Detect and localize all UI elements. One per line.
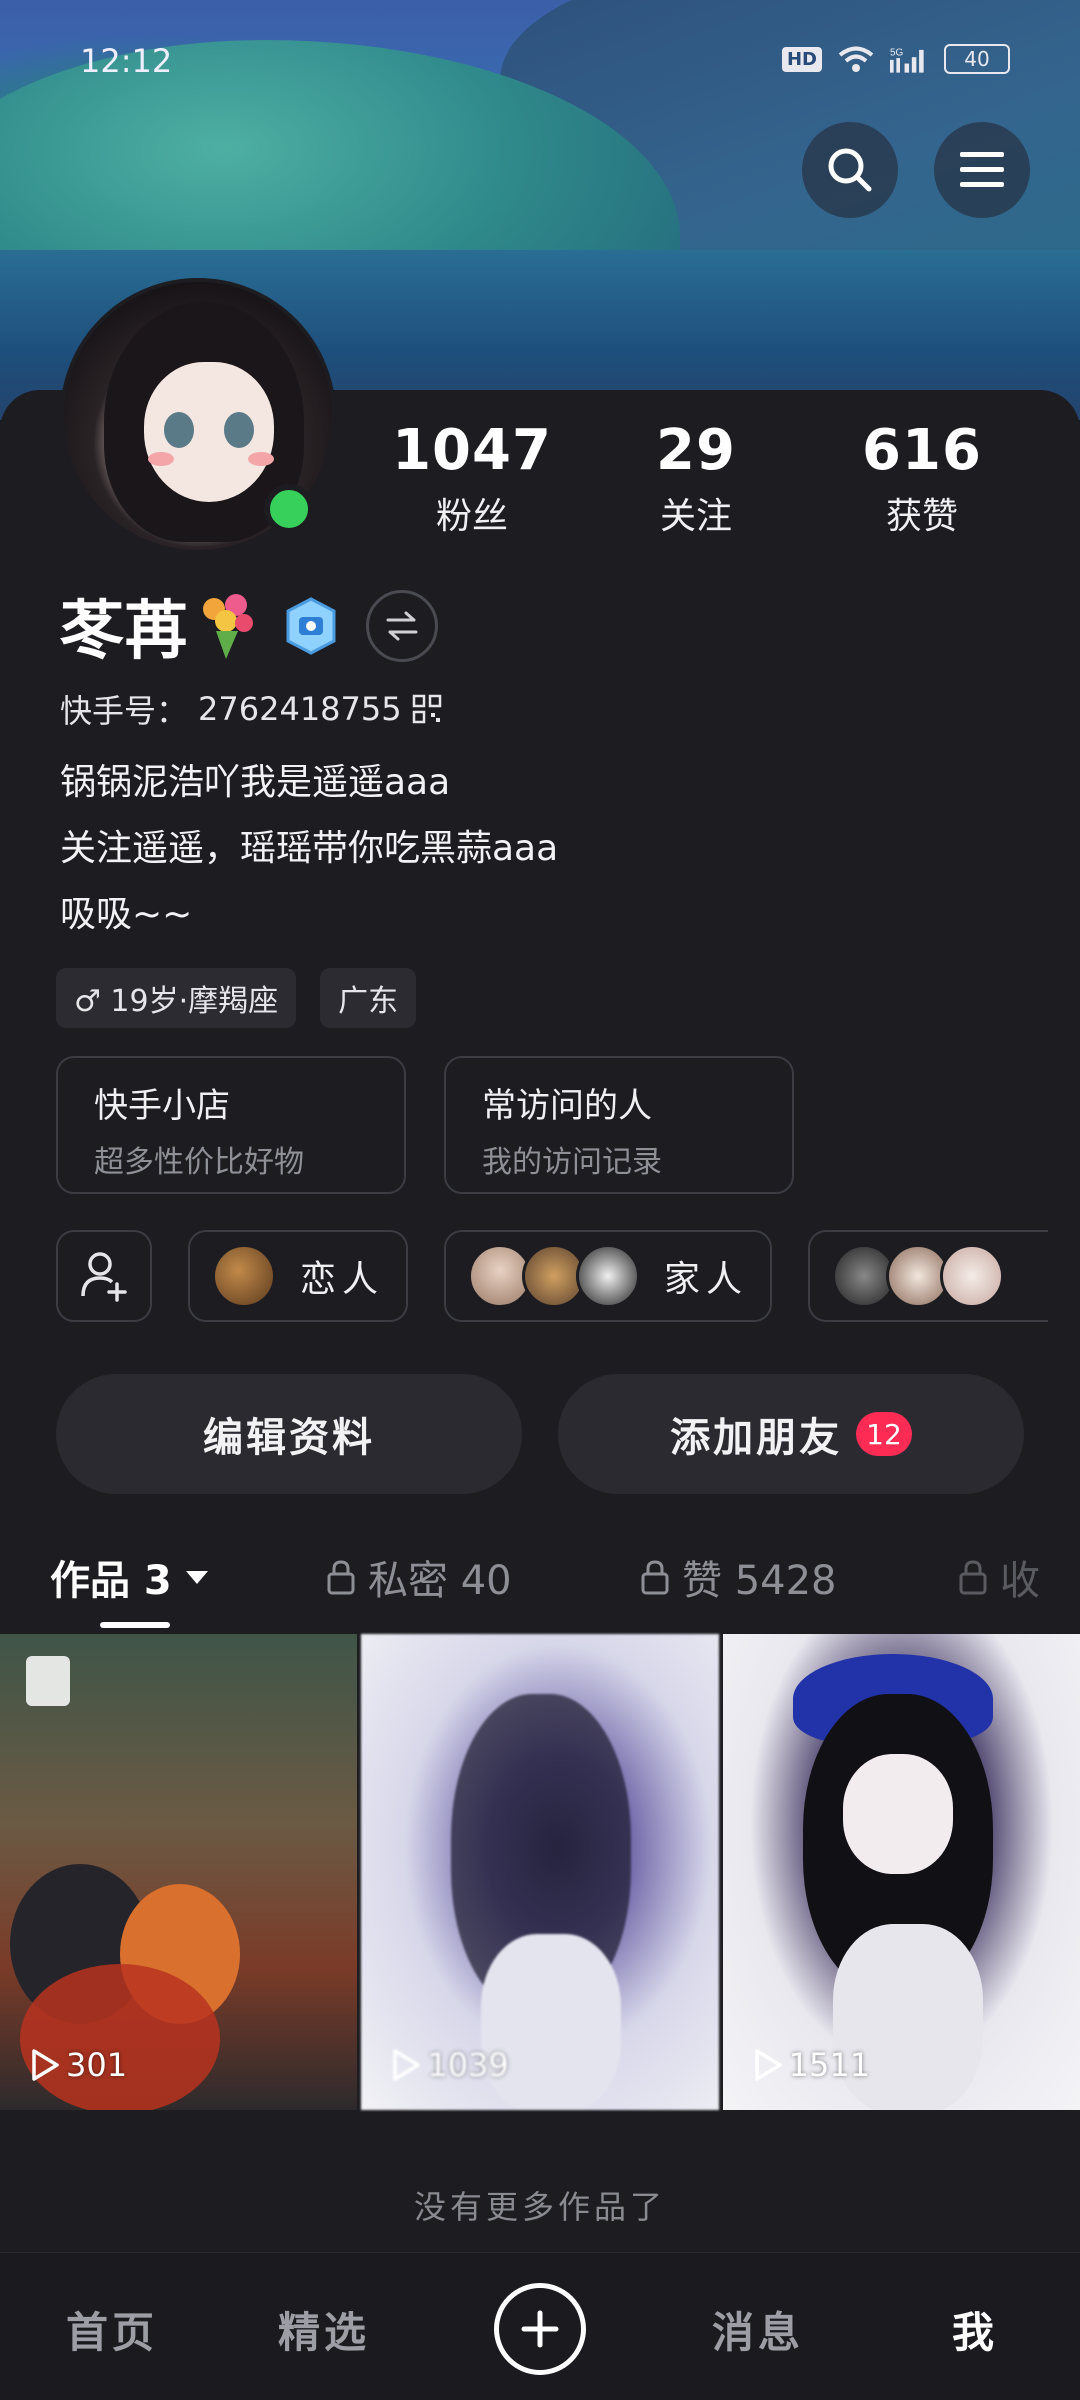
add-friend-group-button[interactable] [56, 1230, 152, 1322]
tab-liked[interactable]: 赞 5428 [640, 1548, 837, 1606]
play-icon [754, 2049, 782, 2081]
profile-bio: 锅锅泥浩吖我是遥遥aaa 关注遥遥，瑶瑶带你吃黑蒜aaa 吸吸~~ [60, 750, 558, 948]
age-tag: ♂ 19岁·摩羯座 [56, 968, 297, 1028]
profile-name: 苳苒 [60, 595, 188, 669]
stat-value: 1047 [392, 418, 552, 483]
stat-followers[interactable]: 1047 粉丝 [372, 418, 572, 539]
plus-icon [521, 2310, 559, 2348]
stat-label: 粉丝 [435, 496, 508, 537]
user-id-row[interactable]: 快手号： 2762418755 [60, 686, 442, 732]
signal-icon: 5G [890, 47, 924, 73]
nav-me[interactable]: 我 [952, 2299, 998, 2360]
tab-works[interactable]: 作品 3 [50, 1548, 210, 1606]
shop-entry[interactable]: 快手小店 超多性价比好物 [56, 1056, 406, 1194]
play-icon [32, 2049, 59, 2081]
group-label: 家人 [664, 1259, 749, 1300]
group-avatar [940, 1244, 1005, 1308]
add-friend-button[interactable]: 添加朋友 12 [558, 1374, 1024, 1494]
active-tab-indicator [100, 1622, 170, 1628]
work-item[interactable]: 301 [0, 1634, 358, 2110]
status-time: 12:12 [80, 42, 173, 80]
search-button[interactable] [802, 122, 898, 218]
hd-icon: HD [781, 46, 822, 72]
nav-featured[interactable]: 精选 [278, 2299, 370, 2360]
tab-label: 私密 40 [368, 1558, 512, 1604]
status-icons: HD 5G 40 [781, 44, 1010, 74]
group-more[interactable] [808, 1230, 1049, 1322]
add-person-icon [81, 1252, 127, 1302]
qr-code-icon[interactable] [412, 694, 442, 724]
play-count: 301 [30, 2046, 127, 2084]
tab-label: 赞 5428 [682, 1558, 837, 1604]
content-tabs: 作品 3 私密 40 赞 5428 收 [0, 1530, 1080, 1630]
bio-line: 关注遥遥，瑶瑶带你吃黑蒜aaa [60, 828, 559, 869]
wifi-icon [838, 46, 874, 72]
group-lover[interactable]: 恋人 [188, 1230, 409, 1322]
nav-messages[interactable]: 消息 [712, 2299, 804, 2360]
stat-label: 关注 [659, 496, 732, 537]
battery-icon: 40 [944, 44, 1010, 74]
edit-profile-button[interactable]: 编辑资料 [56, 1374, 522, 1494]
work-item[interactable]: 1511 [722, 1634, 1080, 2110]
stat-label: 获赞 [885, 496, 958, 537]
create-button[interactable] [494, 2283, 586, 2375]
lock-icon [641, 1560, 669, 1595]
entry-title: 快手小店 [94, 1086, 230, 1126]
caret-down-icon [185, 1571, 208, 1584]
lock-icon [327, 1560, 355, 1595]
search-icon [828, 148, 872, 192]
friend-groups: 恋人 家人 [56, 1230, 1049, 1322]
swap-icon [386, 611, 418, 641]
image-post-icon [26, 1656, 70, 1706]
switch-account-button[interactable] [366, 590, 438, 662]
group-family[interactable]: 家人 [444, 1230, 773, 1322]
lock-icon [959, 1560, 987, 1595]
stat-value: 616 [862, 418, 982, 483]
add-friend-label: 添加朋友 [670, 1415, 843, 1461]
group-avatar [576, 1244, 641, 1308]
works-grid: 301 1039 1511 [0, 1634, 1080, 2110]
name-row: 苳苒 [60, 580, 438, 672]
status-bar: 12:12 HD 5G 40 [0, 0, 1080, 120]
entry-title: 常访问的人 [482, 1086, 652, 1126]
bottom-nav: 首页 精选 消息 我 [0, 2252, 1080, 2400]
group-label: 恋人 [300, 1259, 385, 1300]
network-label: 5G [890, 47, 904, 58]
notification-badge: 12 [856, 1412, 912, 1456]
play-count: 1039 [391, 2046, 509, 2084]
hamburger-icon [960, 152, 1004, 187]
bouquet-icon [203, 594, 253, 659]
verified-badge-icon[interactable] [284, 597, 338, 655]
user-id: 2762418755 [198, 690, 402, 728]
tab-label: 收 [1000, 1558, 1040, 1604]
profile-tags: ♂ 19岁·摩羯座 广东 [56, 968, 417, 1028]
tab-collection[interactable]: 收 [958, 1548, 1040, 1606]
visitors-entry[interactable]: 常访问的人 我的访问记录 [444, 1056, 794, 1194]
stat-following[interactable]: 29 关注 [596, 418, 796, 539]
location-tag: 广东 [320, 968, 417, 1028]
play-icon [393, 2049, 421, 2081]
group-avatar [212, 1244, 276, 1308]
tab-label: 作品 3 [50, 1558, 172, 1604]
no-more-works-text: 没有更多作品了 [413, 2188, 666, 2226]
play-count-value: 1511 [788, 2046, 871, 2084]
play-count-value: 1039 [427, 2046, 509, 2084]
tab-private[interactable]: 私密 40 [326, 1548, 512, 1606]
menu-button[interactable] [934, 122, 1030, 218]
entry-subtitle: 我的访问记录 [482, 1145, 662, 1180]
stat-value: 29 [656, 418, 736, 483]
stat-likes[interactable]: 616 获赞 [822, 418, 1022, 539]
user-id-label: 快手号： [60, 692, 189, 730]
play-count-value: 301 [66, 2046, 128, 2084]
bio-line: 锅锅泥浩吖我是遥遥aaa [60, 762, 451, 803]
bio-line: 吸吸~~ [60, 894, 193, 935]
nav-home[interactable]: 首页 [66, 2299, 158, 2360]
online-indicator [264, 484, 314, 534]
play-count: 1511 [753, 2046, 870, 2084]
entry-subtitle: 超多性价比好物 [94, 1145, 304, 1180]
work-item[interactable]: 1039 [361, 1634, 719, 2110]
